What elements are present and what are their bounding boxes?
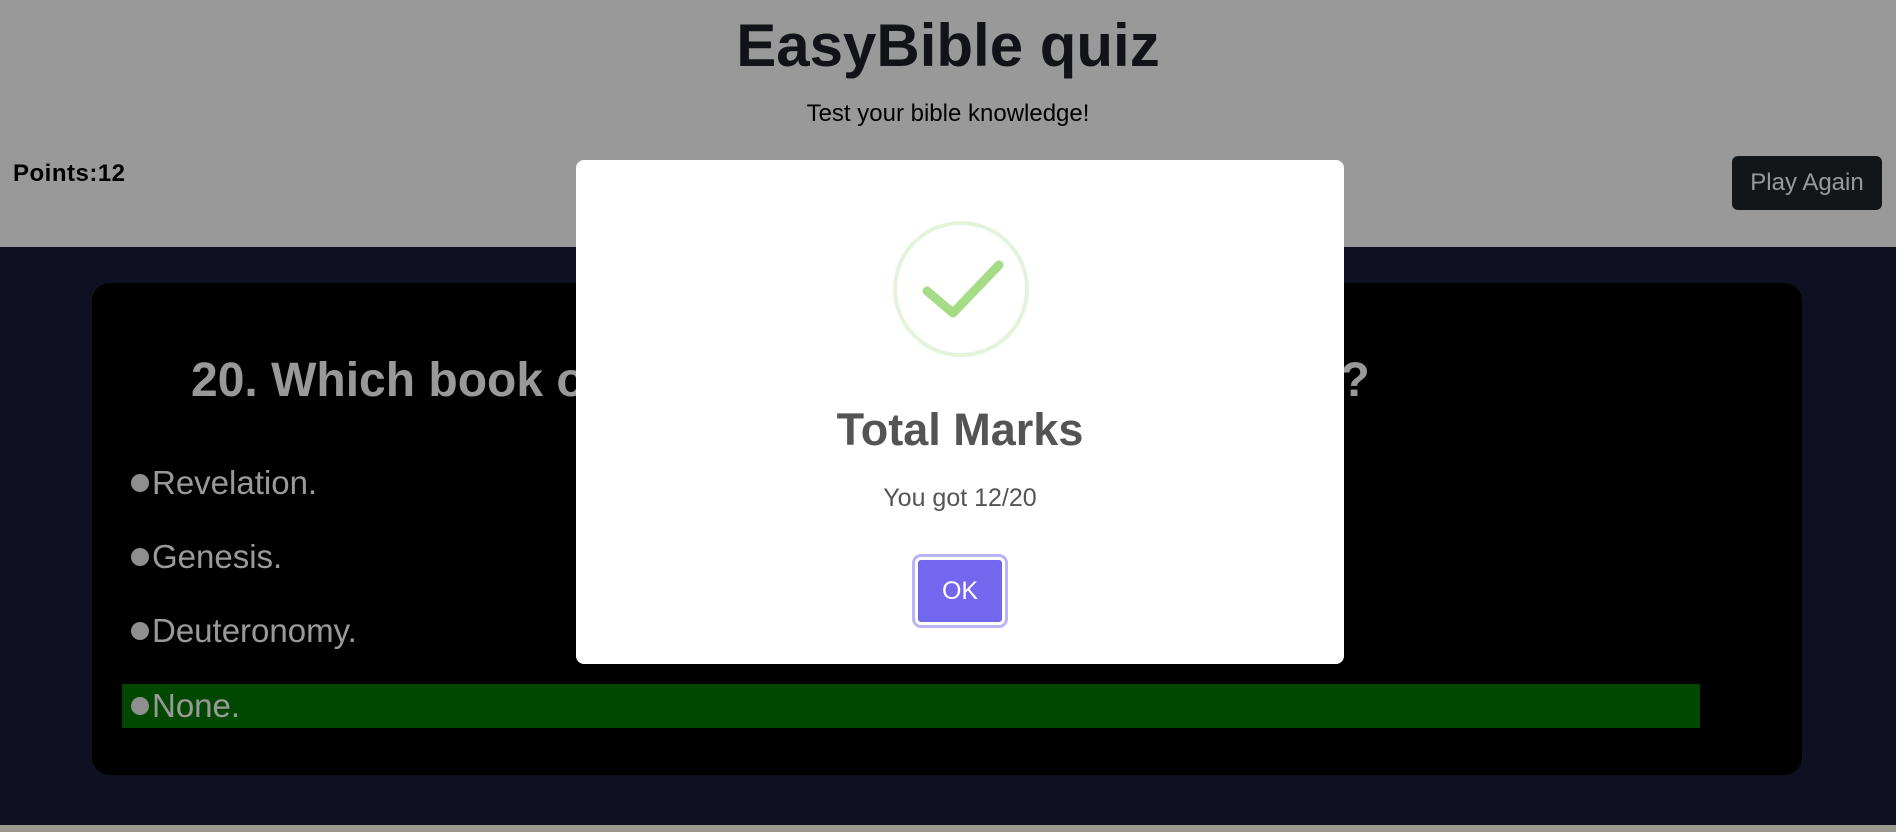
success-check-icon — [893, 221, 1029, 357]
result-dialog: Total Marks You got 12/20 OK — [576, 160, 1344, 664]
dialog-title: Total Marks — [836, 404, 1084, 455]
dialog-message: You got 12/20 — [883, 484, 1037, 512]
ok-button[interactable]: OK — [915, 557, 1005, 625]
